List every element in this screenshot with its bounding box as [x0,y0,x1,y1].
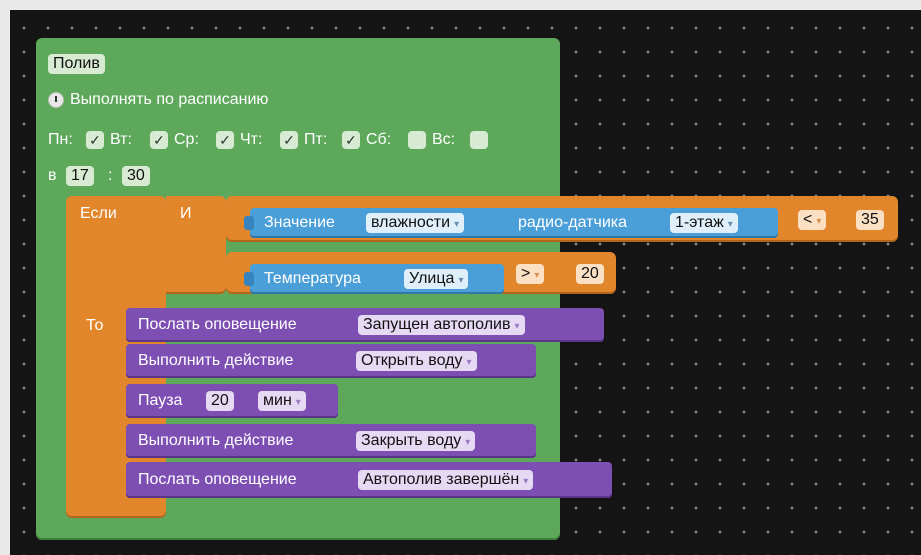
clock-icon [48,92,64,108]
temperature-block[interactable]: Температура Улица ▾ [244,264,504,294]
pause-amount-field[interactable]: 20 [206,391,234,411]
minute-field[interactable]: 30 [122,166,150,186]
chevron-down-icon: ▾ [534,270,540,281]
day-wed-checkbox[interactable]: ✓ [216,131,234,149]
event-title[interactable]: Полив [48,54,105,74]
chevron-down-icon: ▾ [727,219,733,230]
action-label: Выполнить действие [138,352,294,369]
day-fri-label: Пт: [304,131,328,148]
action-dropdown[interactable]: Закрыть воду ▾ [356,431,476,451]
chevron-down-icon: ▾ [466,357,472,368]
and-block[interactable]: И [166,196,226,294]
measure-dropdown[interactable]: влажности ▾ [366,213,465,233]
action-label: Выполнить действие [138,432,294,449]
day-tue-label: Вт: [110,131,132,148]
day-sun-checkbox[interactable] [470,131,488,149]
hour-field[interactable]: 17 [66,166,94,186]
puzzle-connector [244,216,254,230]
workspace-canvas[interactable]: Полив Выполнять по расписанию Пн: ✓ Вт: … [10,10,921,555]
day-wed-label: Ср: [174,131,199,148]
time-prefix: в [48,167,57,184]
sensor-label: радио-датчика [518,214,628,231]
day-mon-label: Пн: [48,131,73,148]
and-label: И [180,205,192,222]
chevron-down-icon: ▾ [465,437,471,448]
action-label: Послать оповещение [138,471,297,488]
chevron-down-icon: ▾ [816,216,822,227]
day-sun-label: Вс: [432,131,456,148]
chevron-down-icon: ▾ [295,397,301,408]
pause-label: Пауза [138,392,183,409]
action-close-water[interactable]: Выполнить действие Закрыть воду ▾ [126,424,536,458]
time-separator: : [108,167,113,184]
notification-dropdown[interactable]: Автополив завершён ▾ [358,470,534,490]
pause-unit-dropdown[interactable]: мин ▾ [258,391,306,411]
location-dropdown[interactable]: Улица ▾ [404,269,469,289]
compare2-operator-dropdown[interactable]: > ▾ [516,264,545,284]
schedule-label: Выполнять по расписанию [70,91,269,108]
notification-dropdown[interactable]: Запущен автополив ▾ [358,315,525,335]
day-tue-checkbox[interactable]: ✓ [150,131,168,149]
day-thu-label: Чт: [240,131,263,148]
sensor-value-block[interactable]: Значение влажности ▾ радио-датчика 1-этаж… [244,208,778,238]
then-label: То [86,317,104,334]
action-notify-start[interactable]: Послать оповещение Запущен автополив ▾ [126,308,604,342]
day-sat-label: Сб: [366,131,392,148]
action-open-water[interactable]: Выполнить действие Открыть воду ▾ [126,344,536,378]
chevron-down-icon: ▾ [454,219,460,230]
chevron-down-icon: ▾ [458,275,464,286]
puzzle-connector [244,272,254,286]
day-mon-checkbox[interactable]: ✓ [86,131,104,149]
sensor-dropdown[interactable]: 1-этаж ▾ [670,213,738,233]
temperature-label: Температура [264,270,361,287]
day-fri-checkbox[interactable]: ✓ [342,131,360,149]
if-label: Если [80,205,117,222]
value-label: Значение [264,214,335,231]
action-notify-end[interactable]: Послать оповещение Автополив завершён ▾ [126,462,612,498]
day-thu-checkbox[interactable]: ✓ [280,131,298,149]
action-label: Послать оповещение [138,316,297,333]
chevron-down-icon: ▾ [523,476,529,487]
compare1-threshold-field[interactable]: 35 [856,210,884,230]
action-dropdown[interactable]: Открыть воду ▾ [356,351,477,371]
compare2-threshold-field[interactable]: 20 [576,264,604,284]
compare1-operator-dropdown[interactable]: < ▾ [798,210,827,230]
day-sat-checkbox[interactable] [408,131,426,149]
chevron-down-icon: ▾ [514,321,520,332]
action-pause[interactable]: Пауза 20 мин ▾ [126,384,338,418]
